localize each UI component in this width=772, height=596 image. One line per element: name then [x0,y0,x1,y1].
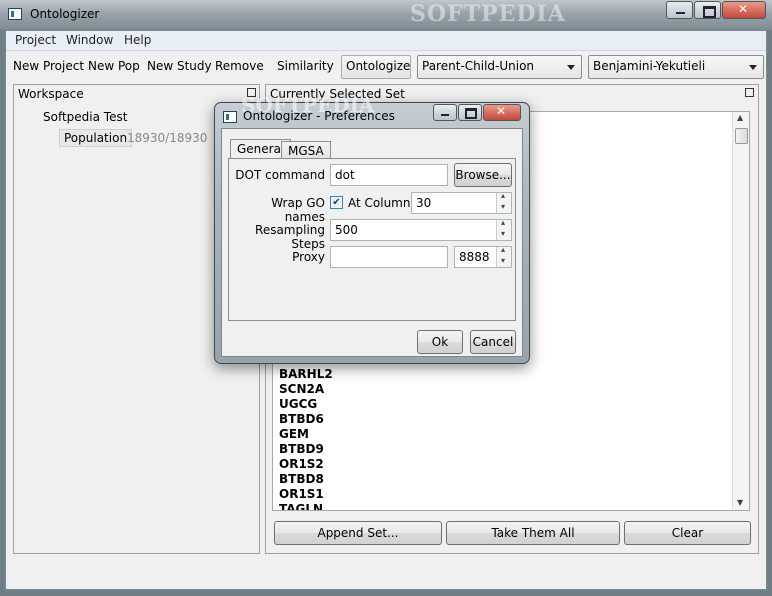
dialog-close-button[interactable] [483,104,521,121]
browse-button[interactable]: Browse... [454,163,512,187]
chevron-down-icon [567,65,575,70]
proxy-port-value: 8888 [459,250,490,264]
remove-button[interactable]: Remove [215,59,264,73]
scroll-thumb[interactable] [735,128,748,144]
dialog-body: General MGSA DOT command dot Browse... W… [221,128,523,357]
list-item[interactable]: BTBD6 [279,412,324,426]
list-item[interactable]: OR1S2 [279,457,324,471]
list-item[interactable]: BARHL2 [279,367,333,381]
dialog-maximize-button[interactable] [458,104,482,121]
ontologize-button[interactable]: Ontologize [341,55,411,79]
list-item[interactable]: UGCG [279,397,317,411]
minimize-button[interactable] [666,1,693,19]
wrap-go-names-label: Wrap GO names [271,196,325,224]
list-item[interactable]: GEM [279,427,309,441]
tab-mgsa[interactable]: MGSA [281,141,331,159]
proxy-label: Proxy [292,250,325,264]
list-item[interactable]: SCN2A [279,382,324,396]
menu-project[interactable]: Project [15,33,56,47]
method-value: Parent-Child-Union [422,59,535,73]
clear-button[interactable]: Clear [624,521,751,545]
maximize-button[interactable] [694,1,721,19]
list-item[interactable]: BTBD8 [279,472,324,486]
list-item[interactable]: OR1S1 [279,487,324,501]
method-select[interactable]: Parent-Child-Union [417,55,582,79]
app-icon [8,8,22,20]
dot-command-input[interactable]: dot [330,164,448,186]
resampling-steps-label: Resampling Steps [255,223,325,251]
title-bar: Ontologizer SOFTPEDIA [0,0,772,30]
append-set-button[interactable]: Append Set... [274,521,442,545]
watermark-logo: SOFTPEDIA [410,1,566,27]
general-tab-pane: DOT command dot Browse... Wrap GO names … [228,158,516,321]
ok-button[interactable]: Ok [417,330,463,354]
preferences-dialog: SOFTPEDIA Ontologizer - Preferences Gene… [214,93,530,364]
scroll-down-icon[interactable]: ▼ [737,498,743,507]
list-item[interactable]: BTBD9 [279,442,324,456]
new-study-button[interactable]: New Study [147,59,212,73]
proxy-host-input[interactable] [330,246,448,268]
menu-window[interactable]: Window [66,33,113,47]
dialog-minimize-button[interactable] [433,104,457,121]
at-column-value: 30 [416,196,432,210]
spin-arrows-icon[interactable] [496,218,511,240]
new-project-button[interactable]: New Project [13,59,84,73]
toolbar: New Project New Pop New Study Remove Sim… [6,53,766,81]
mtc-select[interactable]: Benjamini-Yekutieli [588,55,764,79]
workspace-title: Workspace [18,87,84,101]
dot-command-label: DOT command [235,168,325,182]
population-count: 18930/18930 [127,131,208,145]
similarity-button[interactable]: Similarity [277,59,334,73]
dialog-app-icon [223,111,237,123]
resampling-steps-value: 500 [335,223,358,237]
at-column-label: At Column [348,196,411,210]
at-column-stepper[interactable]: 30 [411,191,512,214]
vertical-scrollbar[interactable]: ▲ ▼ [732,112,749,510]
new-pop-button[interactable]: New Pop [88,59,140,73]
ontologize-label: Ontologize [346,59,411,73]
mtc-value: Benjamini-Yekutieli [593,59,706,73]
close-button[interactable] [722,1,766,19]
menu-bar: Project Window Help [6,31,766,51]
panel-maximize-icon[interactable] [745,88,754,97]
cancel-button[interactable]: Cancel [470,330,516,354]
wrap-go-names-checkbox[interactable]: ✔ [330,196,343,209]
tree-item-population[interactable]: Population [59,129,133,147]
resampling-steps-stepper[interactable]: 500 [330,218,512,241]
dialog-title: Ontologizer - Preferences [243,109,395,123]
scroll-up-icon[interactable]: ▲ [737,113,743,122]
menu-help[interactable]: Help [124,33,151,47]
list-item[interactable]: TAGLN [279,502,323,510]
window-title: Ontologizer [30,7,100,21]
proxy-port-stepper[interactable]: 8888 [454,245,512,268]
spin-arrows-icon[interactable] [496,245,511,267]
spin-arrows-icon[interactable] [496,191,511,213]
tree-item-project[interactable]: Softpedia Test [43,110,127,124]
chevron-down-icon [749,65,757,70]
take-them-all-button[interactable]: Take Them All [446,521,620,545]
